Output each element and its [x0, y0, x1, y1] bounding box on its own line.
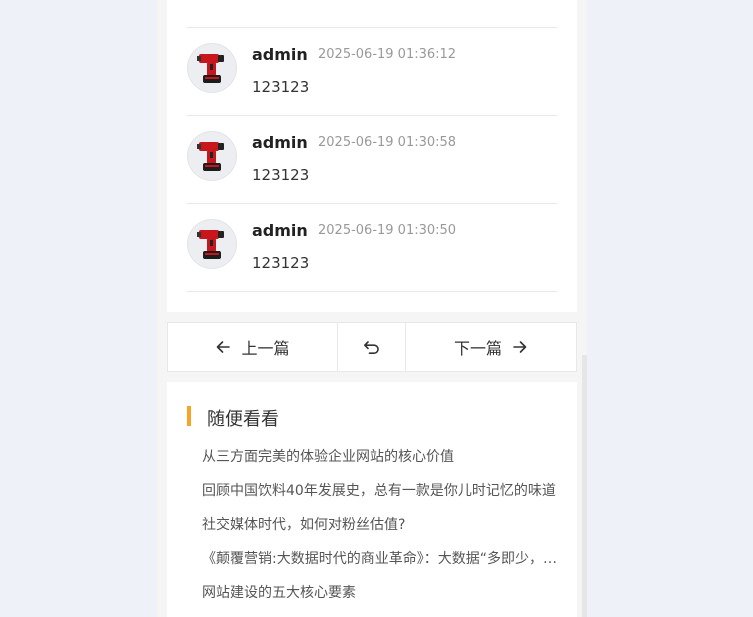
comment-timestamp: 2025-06-19 01:30:58 [318, 135, 457, 150]
comment-author: admin [252, 221, 308, 240]
comment-text: 123123 [252, 254, 310, 272]
arrow-right-icon [513, 341, 527, 353]
avatar [187, 219, 237, 269]
comment-item: 13123 [187, 0, 557, 28]
random-article-list: 从三方面完美的体验企业网站的核心价值 回顾中国饮料40年发展史，总有一款是你儿时… [202, 446, 557, 616]
comment-text: 123123 [252, 166, 310, 184]
comment-author: admin [252, 133, 308, 152]
return-arrow-icon [363, 341, 379, 354]
prev-article-button[interactable]: 上一篇 [168, 323, 338, 371]
random-article-link[interactable]: 从三方面完美的体验企业网站的核心价值 [202, 446, 557, 480]
comment-item: admin 2025-06-19 01:36:12 123123 [187, 28, 557, 116]
random-article-link[interactable]: 社交媒体时代，如何对粉丝估值? [202, 514, 557, 548]
impact-wrench-icon [197, 230, 224, 259]
arrow-left-icon [217, 341, 231, 353]
random-article-link[interactable]: 回顾中国饮料40年发展史，总有一款是你儿时记忆的味道 [202, 480, 557, 514]
comment-list: 13123 admin 2025-06-19 01:36:12 123123 [167, 0, 577, 312]
back-to-list-button[interactable] [338, 323, 406, 371]
avatar [187, 131, 237, 181]
next-article-label: 下一篇 [453, 339, 502, 358]
comment-item: admin 2025-06-19 01:30:50 123123 [187, 204, 557, 292]
impact-wrench-icon [197, 54, 224, 83]
random-article-link[interactable]: 《颠覆营销:大数据时代的商业革命》：大数据“多即少，少即多” [202, 548, 557, 582]
next-article-button[interactable]: 下一篇 [406, 323, 576, 371]
comment-item: admin 2025-06-19 01:30:58 123123 [187, 116, 557, 204]
comment-author: admin [252, 45, 308, 64]
random-articles-panel: 随便看看 从三方面完美的体验企业网站的核心价值 回顾中国饮料40年发展史，总有一… [167, 382, 577, 617]
section-accent-bar [187, 406, 191, 426]
scrollbar[interactable] [582, 355, 587, 617]
avatar [187, 43, 237, 93]
impact-wrench-icon [197, 142, 224, 171]
comment-timestamp: 2025-06-19 01:36:12 [318, 47, 457, 62]
comment-text: 123123 [252, 78, 310, 96]
prev-article-label: 上一篇 [241, 339, 290, 358]
article-page: 13123 admin 2025-06-19 01:36:12 123123 [157, 0, 587, 617]
comment-timestamp: 2025-06-19 01:30:50 [318, 223, 457, 238]
article-pager: 上一篇 下一篇 [167, 322, 577, 372]
section-title: 随便看看 [207, 409, 279, 430]
random-article-link[interactable]: 网站建设的五大核心要素 [202, 582, 557, 616]
